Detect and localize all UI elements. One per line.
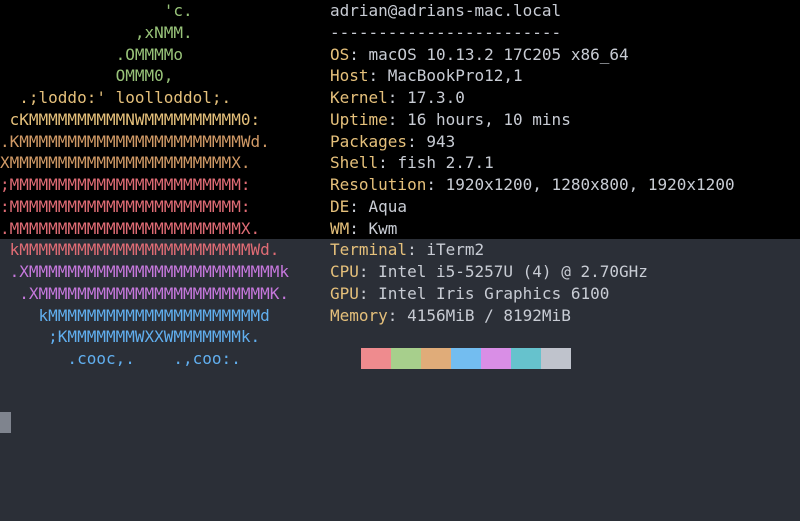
color-swatch: [421, 348, 451, 369]
info-row-resolution: Resolution: 1920x1200, 1280x800, 1920x12…: [330, 174, 800, 196]
info-colon: :: [426, 175, 446, 194]
info-value: iTerm2: [426, 240, 485, 260]
color-swatch: [541, 348, 571, 369]
info-key: Packages: [330, 131, 408, 151]
info-value: MacBookPro12,1: [387, 66, 523, 86]
info-value: 1920x1200, 1280x800, 1920x1200: [445, 175, 735, 194]
info-value: Intel i5-5257U (4) @ 2.70GHz: [378, 262, 648, 281]
info-key: Shell: [330, 153, 379, 173]
logo-line: kMMMMMMMMMMMMMMMMMMMMMMMMWd.: [0, 240, 280, 260]
info-colon: :: [387, 88, 408, 107]
info-row-wm: WM: Kwm: [330, 218, 800, 240]
info-value: Aqua: [368, 196, 408, 216]
info-row-kernel: Kernel: 17.3.0: [330, 87, 800, 109]
info-value: 943: [426, 131, 456, 151]
info-key: CPU: [330, 262, 359, 281]
color-swatch: [451, 348, 481, 369]
info-value: macOS 10.13.2 17C205 x86_64: [368, 44, 629, 64]
info-key: Resolution: [330, 175, 427, 194]
color-swatch: [361, 348, 391, 369]
user-host-header: adrian@adrians-mac.local: [330, 1, 562, 20]
logo-line: .OMMMMo: [0, 44, 184, 64]
color-palette: [361, 348, 571, 369]
info-key: GPU: [330, 283, 359, 303]
info-row-de: DE: Aqua: [330, 196, 800, 218]
info-value: 16 hours, 10 mins: [407, 109, 571, 129]
info-row-uptime: Uptime: 16 hours, 10 mins: [330, 109, 800, 131]
info-value: 17.3.0: [407, 88, 465, 107]
header-separator: ------------------------: [330, 22, 562, 42]
info-colon: :: [387, 305, 408, 325]
logo-line: OMMM0,: [0, 66, 174, 86]
info-value: Intel Iris Graphics 6100: [378, 283, 610, 303]
info-key: Uptime: [330, 109, 388, 129]
info-key: Kernel: [330, 88, 388, 107]
info-key: OS: [330, 44, 350, 64]
color-swatch: [391, 348, 421, 369]
info-key: DE: [330, 196, 350, 216]
logo-line: kMMMMMMMMMMMMMMMMMMMMMMd: [0, 305, 270, 325]
info-colon: :: [358, 262, 379, 281]
logo-line: ,xNMM.: [0, 22, 193, 42]
info-row-os: OS: macOS 10.13.2 17C205 x86_64: [330, 44, 800, 66]
color-swatch: [481, 348, 511, 369]
info-colon: :: [349, 44, 369, 64]
info-row-terminal: Terminal: iTerm2: [330, 239, 800, 261]
logo-line: ;KMMMMMMMWXXWMMMMMMMk.: [0, 327, 261, 347]
logo-line: .KMMMMMMMMMMMMMMMMMMMMMMMWd.: [0, 131, 270, 151]
info-colon: :: [349, 218, 369, 238]
logo-line: cKMMMMMMMMMMNWMMMMMMMMMM0:: [0, 109, 261, 129]
info-colon: :: [407, 131, 427, 151]
info-colon: :: [387, 109, 408, 129]
logo-line: :MMMMMMMMMMMMMMMMMMMMMMMM:: [0, 196, 251, 216]
info-row-gpu: GPU: Intel Iris Graphics 6100: [330, 283, 800, 305]
info-row-shell: Shell: fish 2.7.1: [330, 152, 800, 174]
logo-line: 'c.: [0, 1, 193, 20]
logo-line: .cooc,. .,coo:.: [0, 349, 241, 368]
logo-line: .XMMMMMMMMMMMMMMMMMMMMMMMMMMk: [0, 262, 289, 281]
info-row-host: Host: MacBookPro12,1: [330, 65, 800, 87]
info-key: Memory: [330, 305, 388, 325]
info-colon: :: [378, 153, 398, 173]
info-key: WM: [330, 218, 350, 238]
info-colon: :: [407, 240, 427, 260]
info-colon: :: [349, 196, 369, 216]
info-row-packages: Packages: 943: [330, 131, 800, 153]
info-key: Terminal: [330, 240, 408, 260]
info-value: Kwm: [368, 218, 398, 238]
info-row-cpu: CPU: Intel i5-5257U (4) @ 2.70GHz: [330, 261, 800, 283]
info-value: fish 2.7.1: [397, 153, 494, 173]
logo-line: .MMMMMMMMMMMMMMMMMMMMMMMMX.: [0, 218, 261, 238]
info-colon: :: [358, 283, 379, 303]
info-colon: :: [368, 66, 388, 86]
logo-line: XMMMMMMMMMMMMMMMMMMMMMMMX.: [0, 153, 251, 173]
info-value: 4156MiB / 8192MiB: [407, 305, 571, 325]
logo-line: .XMMMMMMMMMMMMMMMMMMMMMMMMK.: [0, 283, 289, 303]
info-row-memory: Memory: 4156MiB / 8192MiB: [330, 305, 800, 327]
terminal-cursor[interactable]: [0, 412, 11, 433]
color-swatch: [511, 348, 541, 369]
info-key: Host: [330, 66, 369, 86]
logo-line: .;loddo:' loolloddol;.: [0, 88, 232, 107]
logo-line: ;MMMMMMMMMMMMMMMMMMMMMMMM:: [0, 175, 251, 194]
